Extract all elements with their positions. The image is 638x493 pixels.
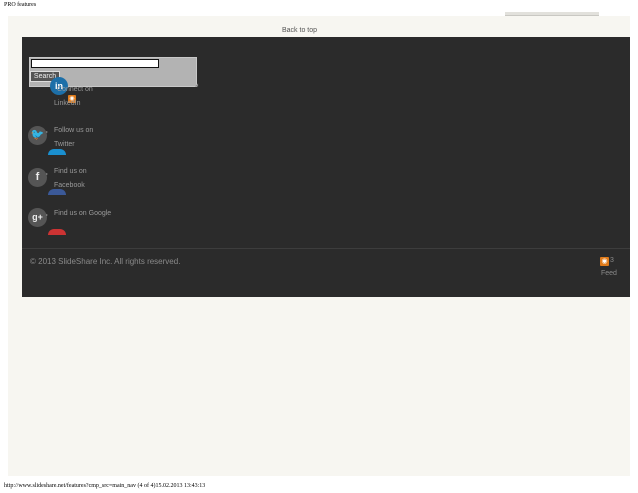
google-badge-icon [48,229,66,235]
resize-arrow-icon: ◢ [195,82,199,87]
search-input[interactable] [31,59,159,68]
google-arrow-icon: ▸ [46,212,49,217]
twitter-badge-icon [48,149,66,155]
twitter-label-line1[interactable]: Follow us on [54,127,93,135]
footer-divider [22,248,630,249]
copyright-text: © 2013 SlideShare Inc. All rights reserv… [30,257,181,266]
top-search-strip [505,12,599,16]
facebook-label-line1[interactable]: Find us on [54,168,87,176]
feed-link[interactable]: Feed [601,270,617,277]
twitter-icon[interactable]: 🐦 [28,126,47,145]
print-url-footer: http://www.slideshare.net/features?cmp_s… [4,483,206,489]
twitter-label-line2[interactable]: Twitter [54,141,75,149]
document-title: PRO features [4,2,37,8]
linkedin-label-line2[interactable]: LinkedIn [54,100,80,108]
rss-count: 3 [610,257,614,264]
google-label[interactable]: Find us on Google [54,210,111,218]
linkedin-label-line1[interactable]: Connect on [57,86,93,94]
google-plus-icon[interactable]: g+ [28,208,47,227]
back-to-top-link[interactable]: Back to top [282,27,317,34]
facebook-icon[interactable]: f [28,168,47,187]
rss-icon[interactable]: ◉ [600,257,609,266]
twitter-arrow-icon: ▸ [46,129,49,134]
facebook-badge-icon [48,189,66,195]
facebook-arrow-icon: ▸ [46,171,49,176]
